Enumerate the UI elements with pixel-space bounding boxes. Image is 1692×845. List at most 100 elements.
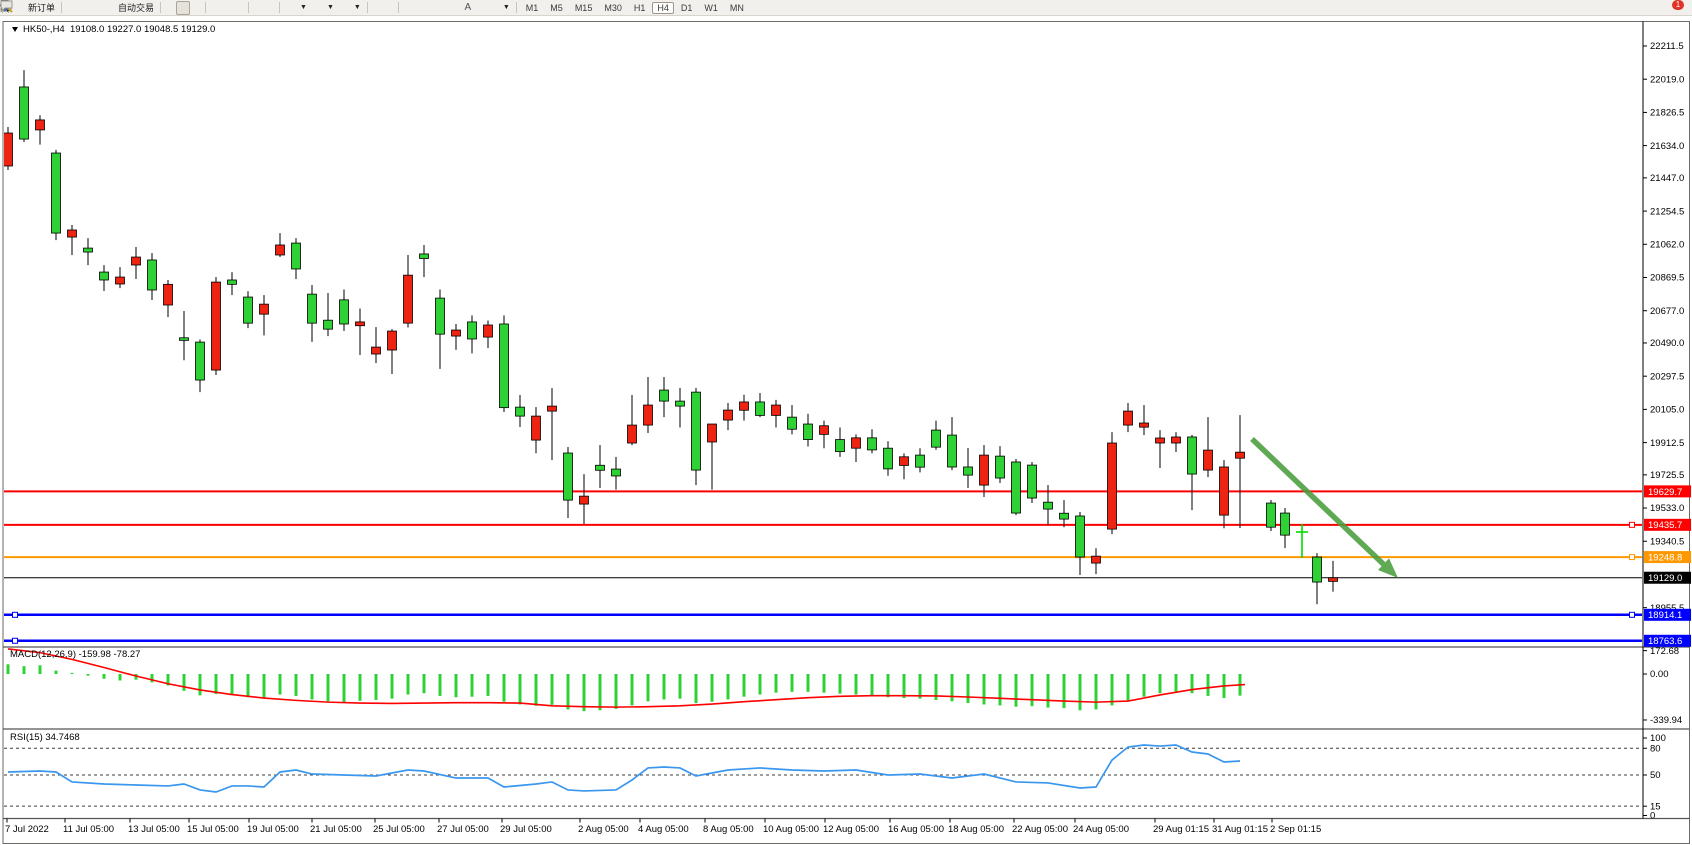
time-tick-label: 4 Aug 05:00: [638, 824, 689, 835]
price-tick-label: 19912.5: [1650, 438, 1684, 449]
candle-body: [516, 407, 525, 416]
candle-body: [836, 440, 845, 452]
candle-body: [1267, 503, 1276, 527]
candle-body: [692, 392, 701, 470]
candle-body: [4, 133, 13, 166]
time-tick-label: 13 Jul 05:00: [128, 824, 180, 835]
macd-tick-label: 172.68: [1650, 646, 1679, 657]
price-lines[interactable]: [4, 491, 1642, 643]
candle-body: [100, 272, 109, 280]
candle-body: [196, 342, 205, 380]
candle-body: [1060, 513, 1069, 519]
rsi-line: [8, 745, 1240, 792]
candle-body: [84, 248, 93, 252]
candle-body: [740, 402, 749, 410]
candle-body: [372, 347, 381, 354]
price-tick-label: 20869.5: [1650, 273, 1684, 284]
candle-body: [244, 297, 253, 323]
rsi-tick-label: 0: [1650, 811, 1655, 822]
candle-body: [932, 430, 941, 447]
line-handle[interactable]: [1630, 612, 1635, 617]
time-tick-label: 21 Jul 05:00: [310, 824, 362, 835]
candle-body: [20, 87, 29, 139]
time-tick-label: 8 Aug 05:00: [703, 824, 754, 835]
candle-body: [1140, 423, 1149, 427]
line-handle[interactable]: [1630, 522, 1635, 527]
price-tag-label: 19629.7: [1648, 487, 1682, 498]
candle-body: [660, 390, 669, 401]
candle-body: [644, 405, 653, 425]
time-tick-label: 15 Jul 05:00: [187, 824, 239, 835]
candle-body: [36, 120, 45, 130]
candle-body: [724, 410, 733, 420]
candle-body: [612, 469, 621, 476]
candle-body: [1124, 411, 1133, 425]
price-tick-label: 19725.5: [1650, 470, 1684, 481]
trend-arrow[interactable]: [1252, 439, 1384, 564]
window-collapse-icon[interactable]: [12, 27, 18, 32]
candle-body: [452, 330, 461, 336]
price-axis: 22211.522019.021826.521634.021447.021254…: [1643, 41, 1691, 647]
candle-body: [916, 455, 925, 467]
time-tick-label: 31 Aug 01:15: [1212, 824, 1268, 835]
candle-body: [340, 300, 349, 324]
time-tick-label: 18 Aug 05:00: [948, 824, 1004, 835]
candle-body: [1220, 467, 1229, 515]
candle-body: [260, 304, 269, 314]
price-tick-label: 21634.0: [1650, 141, 1684, 152]
candle-body: [596, 465, 605, 470]
macd-tick-label: 0.00: [1650, 669, 1669, 680]
price-tick-label: 20677.0: [1650, 306, 1684, 317]
candle-body: [580, 496, 589, 504]
macd-tick-label: -339.94: [1650, 715, 1682, 726]
time-axis: 7 Jul 202211 Jul 05:0013 Jul 05:0015 Jul…: [5, 819, 1321, 836]
candle-body: [980, 455, 989, 485]
candle-body: [868, 438, 877, 450]
line-handle[interactable]: [1630, 555, 1635, 560]
price-tick-label: 19533.0: [1650, 503, 1684, 514]
rsi-label: RSI(15) 34.7468: [10, 732, 80, 743]
candle-body: [308, 294, 317, 323]
price-tick-label: 22019.0: [1650, 74, 1684, 85]
time-tick-label: 12 Aug 05:00: [823, 824, 879, 835]
rsi-panel: 1008050150RSI(15) 34.7468: [4, 732, 1666, 822]
time-tick-label: 27 Jul 05:00: [437, 824, 489, 835]
price-tick-label: 19340.5: [1650, 536, 1684, 547]
price-tick-label: 21826.5: [1650, 108, 1684, 119]
line-handle[interactable]: [13, 638, 18, 643]
candle-body: [1076, 516, 1085, 557]
candle-body: [500, 324, 509, 408]
chart-window-frame: [3, 22, 1690, 844]
candle-body: [628, 425, 637, 443]
candle-body: [532, 416, 541, 440]
candle-body: [1028, 465, 1037, 498]
candle-body: [1329, 578, 1338, 582]
macd-label: MACD(12,26,9) -159.98 -78.27: [10, 649, 140, 660]
price-tick-label: 20105.0: [1650, 405, 1684, 416]
candle-body: [996, 456, 1005, 478]
candle-body: [804, 424, 813, 440]
rsi-tick-label: 80: [1650, 743, 1661, 754]
candle-body: [788, 417, 797, 429]
candle-body: [564, 453, 573, 500]
candle-body: [404, 275, 413, 323]
candle-body: [708, 424, 717, 442]
candle-body: [484, 325, 493, 337]
time-tick-label: 19 Jul 05:00: [247, 824, 299, 835]
candle-body: [180, 338, 189, 341]
candle-body: [1156, 438, 1165, 443]
line-handle[interactable]: [13, 612, 18, 617]
candle-body: [964, 467, 973, 475]
candle-body: [116, 277, 125, 284]
time-tick-label: 2 Sep 01:15: [1270, 824, 1321, 835]
price-tag-label: 19435.7: [1648, 520, 1682, 531]
candle-body: [148, 260, 157, 290]
candle-body: [948, 435, 957, 467]
price-tick-label: 20297.5: [1650, 371, 1684, 382]
time-tick-label: 29 Jul 05:00: [500, 824, 552, 835]
candle-body: [212, 282, 221, 370]
chart-canvas[interactable]: 22211.522019.021826.521634.021447.021254…: [0, 0, 1692, 845]
candle-body: [884, 448, 893, 469]
candle-body: [132, 257, 141, 265]
price-tag-label: 19129.0: [1648, 573, 1682, 584]
